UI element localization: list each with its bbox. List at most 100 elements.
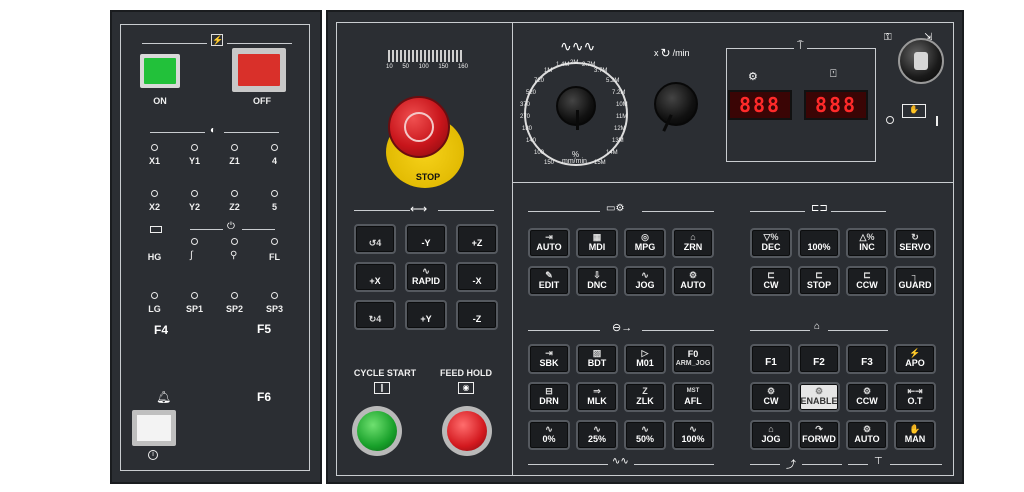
aux-key-label: MAN	[904, 434, 926, 444]
overtravel-icon: ⇤⇥	[907, 386, 923, 396]
on-button[interactable]	[140, 54, 180, 88]
spindle-override-unit: /min	[672, 48, 690, 58]
mode-key-label: AUTO	[536, 242, 562, 252]
spindle-key-ccw[interactable]: ⊏ CCW	[846, 266, 888, 296]
aux-key-f2[interactable]: F2	[798, 344, 840, 374]
axis-label-4: 4	[271, 156, 277, 166]
rapid-override-100[interactable]: ∿ 100%	[672, 420, 714, 450]
program-key-drn[interactable]: ⊟ DRN	[528, 382, 570, 412]
mode-key-label: MDI	[588, 242, 606, 252]
aux-key-enable[interactable]: ⚙ ENABLE	[798, 382, 840, 412]
mode-key-zrn[interactable]: ⌂ ZRN	[672, 228, 714, 258]
hg-label: HG	[147, 252, 162, 262]
program-key-sbk[interactable]: ⇥ SBK	[528, 344, 570, 374]
spindle-key-label: CCW	[856, 280, 878, 290]
jog-divider-left	[354, 210, 410, 211]
program-key-mlk[interactable]: ⇒ MLK	[576, 382, 618, 412]
aux-key-man[interactable]: ✋ MAN	[894, 420, 936, 450]
mode-key-mdi[interactable]: ▦ MDI	[576, 228, 618, 258]
emergency-stop-button[interactable]	[388, 96, 450, 158]
mdi-icon: ▦	[592, 232, 602, 242]
mode-key-auto-2[interactable]: ⚙ AUTO	[672, 266, 714, 296]
power-off-icon: ⚡	[909, 348, 921, 358]
cycle-start-button[interactable]	[352, 406, 402, 456]
jog-key-rapid[interactable]: ∿ RAPID	[405, 262, 447, 292]
spindle-key-cw[interactable]: ⊏ CW	[750, 266, 792, 296]
dial-label: 13M	[612, 138, 624, 144]
rapid-override-25[interactable]: ∿ 25%	[576, 420, 618, 450]
jog-key-rotate-ccw[interactable]: ↺4	[354, 224, 396, 254]
jog-key-minus-y[interactable]: -Y	[405, 224, 447, 254]
led-sp3	[271, 292, 278, 299]
jog-key-rotate-cw[interactable]: ↻4	[354, 300, 396, 330]
mode-select-icon: ▭⚙	[606, 203, 625, 214]
jog-key-plus-z[interactable]: +Z	[456, 224, 498, 254]
program-key-m01[interactable]: ▷ M01	[624, 344, 666, 374]
aux-key-cw[interactable]: ⚙ CW	[750, 382, 792, 412]
feed-hold-button[interactable]	[442, 406, 492, 456]
edit-icon: ✎	[545, 270, 553, 280]
program-key-afl[interactable]: MST AFL	[672, 382, 714, 412]
dial-label: 100	[534, 150, 545, 156]
spindle-key-servo[interactable]: ↻ SERVO	[894, 228, 936, 258]
program-key-zlk[interactable]: Z ZLK	[624, 382, 666, 412]
key-switch[interactable]	[898, 38, 944, 84]
feedrate-knob[interactable]	[556, 86, 596, 130]
tool-icon: ⚲	[230, 250, 238, 261]
alarm-button[interactable]	[132, 410, 176, 446]
left-right-arrow-icon: ⟷	[410, 202, 428, 216]
aux-key-f1[interactable]: F1	[750, 344, 792, 374]
mode-key-jog[interactable]: ∿ JOG	[624, 266, 666, 296]
mode-key-auto[interactable]: ⇥ AUTO	[528, 228, 570, 258]
spindle-key-guard[interactable]: ┐ GUARD	[894, 266, 936, 296]
rapid-override-0[interactable]: ∿ 0%	[528, 420, 570, 450]
spindle-override-knob[interactable]	[654, 82, 698, 132]
mode-key-edit[interactable]: ✎ EDIT	[528, 266, 570, 296]
off-button-lamp	[238, 54, 280, 86]
key-icon: ⚿	[884, 32, 892, 43]
on-label: ON	[153, 96, 167, 106]
dial-label: 14M	[606, 150, 618, 156]
led-5	[271, 190, 278, 197]
rotate-cw-icon: ↻4	[368, 314, 382, 324]
aux-key-ot[interactable]: ⇤⇥ O.T	[894, 382, 936, 412]
led-y1	[191, 144, 198, 151]
rapid-icon: ∿	[689, 424, 697, 434]
jog-key-minus-x[interactable]: -X	[456, 262, 498, 292]
jog-key-minus-z[interactable]: -Z	[456, 300, 498, 330]
led-coolant	[191, 238, 198, 245]
off-button[interactable]	[232, 48, 286, 92]
power-divider-left	[142, 43, 207, 44]
program-key-bdt[interactable]: ▨ BDT	[576, 344, 618, 374]
mode-key-mpg[interactable]: ◎ MPG	[624, 228, 666, 258]
aux-key-forwd[interactable]: ↷ FORWD	[798, 420, 840, 450]
led-lg	[151, 292, 158, 299]
jog-key-plus-x[interactable]: +X	[354, 262, 396, 292]
program-key-label: 0%	[542, 434, 556, 444]
rapid-override-50[interactable]: ∿ 50%	[624, 420, 666, 450]
spindle-key-inc[interactable]: △% INC	[846, 228, 888, 258]
coolant-tap-icon: ⊤	[874, 456, 883, 467]
on-button-lamp	[144, 58, 176, 84]
coolant-divider-left	[848, 464, 868, 465]
program-divider-left	[528, 330, 600, 331]
aux-key-ccw[interactable]: ⚙ CCW	[846, 382, 888, 412]
aux-divider-left	[750, 330, 810, 331]
program-divider-right	[642, 330, 714, 331]
mode-key-dnc[interactable]: ⇩ DNC	[576, 266, 618, 296]
program-run-icon: ⊖→	[612, 322, 633, 334]
aux-key-f3[interactable]: F3	[846, 344, 888, 374]
spindle-key-100[interactable]: 100%	[798, 228, 840, 258]
spindle-key-stop[interactable]: ⊏ STOP	[798, 266, 840, 296]
jog-key-label: -X	[472, 276, 482, 286]
aux-key-jog[interactable]: ⌂ JOG	[750, 420, 792, 450]
auto-icon: ⇥	[545, 232, 553, 242]
single-block-icon: ⇥	[545, 348, 553, 358]
jog-key-plus-y[interactable]: +Y	[405, 300, 447, 330]
aux-key-apo[interactable]: ⚡ APO	[894, 344, 936, 374]
aux-key-auto[interactable]: ⚙ AUTO	[846, 420, 888, 450]
program-key-f0[interactable]: F0 ARM_JOG	[672, 344, 714, 374]
mode-key-label: DNC	[587, 280, 607, 290]
spindle-key-dec[interactable]: ▽% DEC	[750, 228, 792, 258]
z-lock-icon: Z	[642, 386, 648, 396]
